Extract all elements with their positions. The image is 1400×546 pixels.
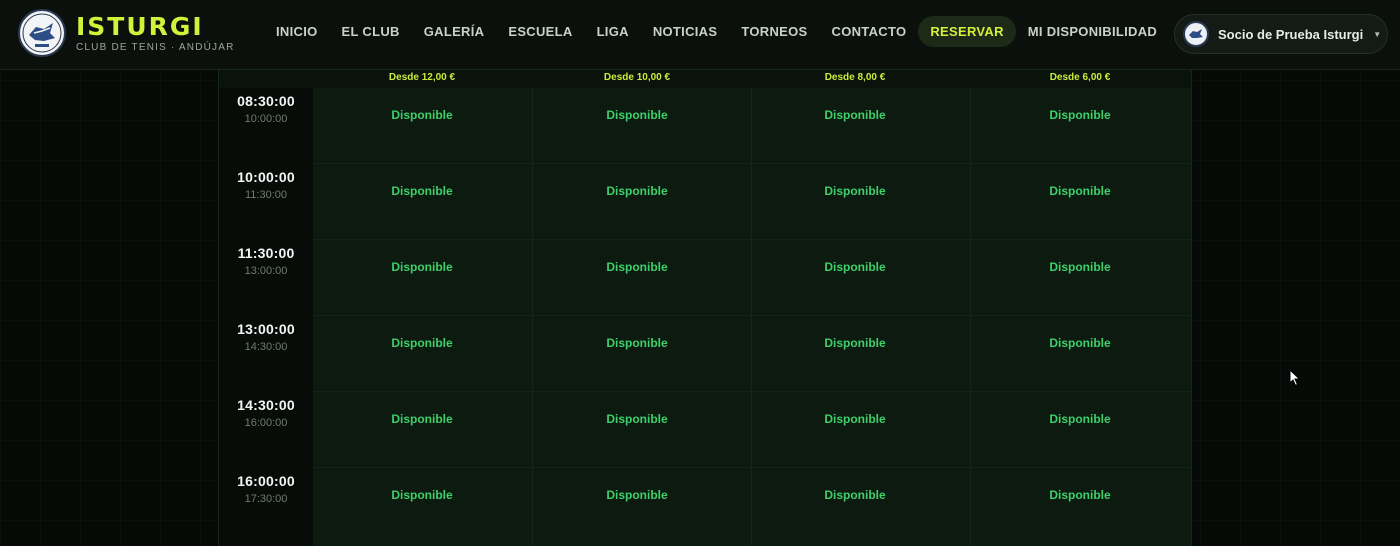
court-price-4: Desde 6,00 € (1049, 72, 1111, 83)
court-price-2: Desde 10,00 € (603, 72, 671, 83)
nav-escuela[interactable]: ESCUELA (496, 16, 584, 47)
time-slot-label: 13:00:00 14:30:00 (219, 321, 313, 353)
available-slot-button[interactable]: Disponible (1049, 336, 1110, 350)
nav-el-club[interactable]: EL CLUB (330, 16, 412, 47)
brand-subtitle: CLUB DE TENIS · ANDÚJAR (76, 41, 235, 53)
column-divider (970, 88, 971, 546)
nav-liga[interactable]: LIGA (585, 16, 641, 47)
available-slot-button[interactable]: Disponible (824, 184, 885, 198)
available-slot-button[interactable]: Disponible (1049, 184, 1110, 198)
slot-start-time: 16:00:00 (237, 473, 295, 489)
court-price-1: Desde 12,00 € (388, 72, 456, 83)
nav-galeria[interactable]: GALERÍA (412, 16, 497, 47)
nav-mi-disponibilidad[interactable]: MI DISPONIBILIDAD (1016, 16, 1169, 47)
available-slot-button[interactable]: Disponible (1049, 260, 1110, 274)
brand-logo-link[interactable]: ISTURGI CLUB DE TENIS · ANDÚJAR (18, 9, 235, 57)
nav-contacto[interactable]: CONTACTO (820, 16, 919, 47)
nav-inicio[interactable]: INICIO (264, 16, 330, 47)
available-slot-button[interactable]: Disponible (1049, 108, 1110, 122)
available-slot-button[interactable]: Disponible (824, 336, 885, 350)
available-slot-button[interactable]: Disponible (606, 260, 667, 274)
brand-name: ISTURGI (76, 11, 204, 41)
time-column: 08:30:00 10:00:00 10:00:00 11:30:00 11:30:00… (219, 88, 314, 546)
court-price-3: Desde 8,00 € (824, 72, 886, 83)
available-slot-button[interactable]: Disponible (391, 412, 452, 426)
slot-end-time: 11:30:00 (244, 189, 287, 201)
slot-start-time: 08:30:00 (237, 93, 295, 109)
nav-noticias[interactable]: NOTICIAS (641, 16, 730, 47)
slot-start-time: 10:00:00 (237, 169, 295, 185)
club-crest-logo (18, 9, 66, 57)
available-slot-button[interactable]: Disponible (1049, 488, 1110, 502)
schedule-panel: Desde 12,00 € Desde 10,00 € Desde 8,00 € De… (218, 70, 1192, 546)
row-divider (313, 163, 1191, 164)
available-slot-button[interactable]: Disponible (606, 412, 667, 426)
user-menu-button[interactable]: Socio de Prueba Isturgi ▼ (1174, 14, 1388, 54)
caret-down-icon: ▼ (1373, 29, 1382, 39)
time-slot-label: 08:30:00 10:00:00 (219, 93, 313, 125)
time-slot-label: 16:00:00 17:30:00 (219, 473, 313, 505)
nav-reservar[interactable]: RESERVAR (918, 16, 1016, 47)
available-slot-button[interactable]: Disponible (606, 184, 667, 198)
row-divider (313, 391, 1191, 392)
available-slot-button[interactable]: Disponible (824, 412, 885, 426)
user-avatar (1183, 21, 1209, 47)
time-slot-label: 14:30:00 16:00:00 (219, 397, 313, 429)
row-divider (313, 467, 1191, 468)
available-slot-button[interactable]: Disponible (391, 184, 452, 198)
column-divider (532, 88, 533, 546)
slot-end-time: 17:30:00 (244, 493, 288, 505)
available-slot-button[interactable]: Disponible (391, 336, 452, 350)
availability-grid: Disponible Disponible Disponible Disponible… (313, 88, 1191, 546)
site-header: ISTURGI CLUB DE TENIS · ANDÚJAR INICIO EL… (0, 0, 1400, 70)
time-slot-label: 10:00:00 11:30:00 (219, 169, 313, 201)
row-divider (313, 239, 1191, 240)
slot-end-time: 10:00:00 (244, 113, 288, 125)
available-slot-button[interactable]: Disponible (391, 108, 452, 122)
available-slot-button[interactable]: Disponible (824, 488, 885, 502)
slot-end-time: 16:00:00 (244, 417, 288, 429)
court-price-row: Desde 12,00 € Desde 10,00 € Desde 8,00 € De… (219, 70, 1191, 89)
column-divider (751, 88, 752, 546)
available-slot-button[interactable]: Disponible (606, 108, 667, 122)
slot-end-time: 13:00:00 (244, 265, 288, 277)
available-slot-button[interactable]: Disponible (391, 260, 452, 274)
slot-end-time: 14:30:00 (244, 341, 288, 353)
slot-start-time: 11:30:00 (237, 245, 295, 261)
row-divider (313, 315, 1191, 316)
user-name: Socio de Prueba Isturgi (1218, 26, 1364, 42)
slot-start-time: 14:30:00 (237, 397, 295, 413)
nav-torneos[interactable]: TORNEOS (729, 16, 819, 47)
available-slot-button[interactable]: Disponible (1049, 412, 1110, 426)
available-slot-button[interactable]: Disponible (824, 108, 885, 122)
available-slot-button[interactable]: Disponible (391, 488, 452, 502)
time-slot-label: 11:30:00 13:00:00 (219, 245, 313, 277)
available-slot-button[interactable]: Disponible (606, 488, 667, 502)
slot-start-time: 13:00:00 (237, 321, 295, 337)
mouse-pointer-icon (1289, 368, 1301, 392)
available-slot-button[interactable]: Disponible (606, 336, 667, 350)
available-slot-button[interactable]: Disponible (824, 260, 885, 274)
main-navigation: INICIO EL CLUB GALERÍA ESCUELA LIGA NOTICIAS T… (264, 16, 1169, 47)
